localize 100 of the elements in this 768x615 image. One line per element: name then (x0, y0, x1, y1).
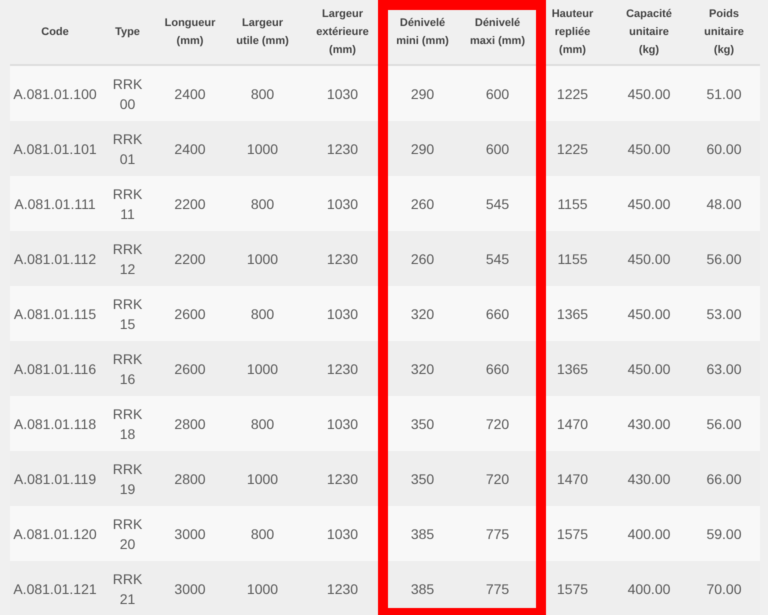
table-cell-text: 450.00 (626, 140, 672, 158)
column-header: Hauteur repliée (mm) (550, 7, 594, 58)
table-cell-text: RRK 20 (112, 514, 144, 554)
table-cell-text: RRK 11 (112, 184, 144, 224)
column-header: Dénivelé mini (mm) (395, 16, 450, 49)
table-cell-text: 800 (250, 84, 276, 104)
table-cell-text: 56.00 (705, 250, 743, 268)
table-cell-text: 800 (250, 304, 276, 324)
table-cell-text: 1000 (246, 250, 280, 268)
table-cell-text: 1000 (246, 470, 280, 488)
table-cell-text: 70.00 (705, 580, 743, 598)
table-cell-text: 775 (484, 524, 510, 544)
column-header: Dénivelé maxi (mm) (468, 16, 526, 49)
table-cell-text: 1030 (326, 524, 360, 544)
column-header: Poids unitaire (kg) (703, 7, 745, 58)
table-cell-text: 400.00 (626, 580, 672, 598)
table-cell-text: A.081.01.100 (12, 84, 98, 104)
table-cell-text: 1470 (556, 414, 590, 434)
table-cell-text: 2800 (173, 414, 207, 434)
table-cell-text: 350 (410, 470, 436, 488)
table-cell-text: RRK 01 (112, 130, 144, 168)
table-cell-text: 2800 (173, 470, 207, 488)
table-cell-text: 600 (484, 140, 510, 158)
table-cell-text: 3000 (173, 524, 207, 544)
table-cell-text: 320 (410, 304, 436, 324)
table-cell-text: 1230 (326, 360, 360, 378)
column-header: Largeur utile (mm) (235, 16, 290, 49)
table-cell-text: RRK 16 (112, 350, 144, 388)
table-cell-text: RRK 12 (112, 240, 144, 278)
table-cell-text: 1575 (556, 580, 590, 598)
table-cell-text: 1000 (246, 140, 280, 158)
table-cell-text: 385 (410, 580, 436, 598)
table-cell-text: 56.00 (705, 414, 743, 434)
table-cell-text: 1470 (556, 470, 590, 488)
table-cell-text: 2400 (173, 84, 207, 104)
table-cell-text: 290 (410, 140, 436, 158)
table-cell-text: 450.00 (626, 360, 672, 378)
table-cell-text: 800 (250, 414, 276, 434)
column-header: Largeur extérieure (mm) (315, 7, 370, 58)
table-cell-text: 450.00 (626, 84, 672, 104)
table-cell-text: 1230 (326, 140, 360, 158)
table-cell-text: A.081.01.119 (12, 470, 98, 488)
table-cell-text: 1000 (246, 360, 280, 378)
table-cell-text: 320 (410, 360, 436, 378)
table-cell-text: 720 (484, 470, 510, 488)
table-cell-text: 450.00 (626, 194, 672, 214)
table-cell-text: 53.00 (705, 304, 743, 324)
table-cell-text: 260 (410, 250, 436, 268)
table-cell-text: 800 (250, 194, 276, 214)
table-cell-text: 800 (250, 524, 276, 544)
table-cell-text: 600 (484, 84, 510, 104)
table-cell-text: 3000 (173, 580, 207, 598)
table-cell-text: 450.00 (626, 304, 672, 324)
table-cell-text: 545 (484, 250, 510, 268)
table-cell-text: A.081.01.111 (13, 194, 97, 214)
table-cell-text: 1230 (326, 250, 360, 268)
table-cell-text: RRK 19 (112, 460, 144, 498)
table-cell-text: 1000 (246, 580, 280, 598)
table-cell-text: 51.00 (705, 84, 743, 104)
table-cell-text: RRK 18 (112, 404, 144, 444)
table-cell-text: 1230 (326, 470, 360, 488)
table-cell-text: 1575 (556, 524, 590, 544)
table-cell-text: 260 (410, 194, 436, 214)
table-cell-text: RRK 00 (112, 74, 144, 114)
table-cell-text: RRK 21 (112, 570, 144, 608)
table-cell-text: 66.00 (705, 470, 743, 488)
table-cell-text: A.081.01.116 (12, 360, 98, 378)
table-cell-text: A.081.01.118 (12, 414, 98, 434)
table-cell-text: 60.00 (705, 140, 743, 158)
table-cell-text: 2600 (173, 360, 207, 378)
table-cell-text: 1030 (326, 194, 360, 214)
table-cell-text: 350 (410, 414, 436, 434)
table-cell-text: 450.00 (626, 250, 672, 268)
column-header: Longueur (mm) (164, 16, 216, 49)
table-cell-text: 1030 (326, 304, 360, 324)
column-header: Capacité unitaire (kg) (625, 7, 673, 58)
table-cell-text: 400.00 (626, 524, 672, 544)
table-cell-text: 1230 (326, 580, 360, 598)
table-cell-text: 660 (484, 360, 510, 378)
table-cell-text: 1365 (556, 304, 590, 324)
table-cell-text: RRK 15 (112, 294, 144, 334)
table-cell-text: 385 (410, 524, 436, 544)
table-cell-text: 1030 (326, 84, 360, 104)
table-cell-text: A.081.01.120 (12, 524, 98, 544)
table-cell-text: 660 (484, 304, 510, 324)
table-cell-text: 2200 (173, 250, 207, 268)
table-cell-text: A.081.01.101 (12, 140, 98, 158)
table-cell-text: 1365 (556, 360, 590, 378)
table-cell-text: 48.00 (705, 194, 743, 214)
table-cell-text: 775 (484, 580, 510, 598)
table-cell-text: 2600 (173, 304, 207, 324)
table-cell-text: A.081.01.121 (12, 580, 98, 598)
table-cell-text: A.081.01.112 (12, 250, 98, 268)
table-cell-text: 1030 (326, 414, 360, 434)
table-cell-text: 545 (484, 194, 510, 214)
table-cell-text: 290 (410, 84, 436, 104)
table-cell-text: 430.00 (626, 414, 672, 434)
table-cell-text: 1155 (556, 250, 589, 268)
column-header: Type (114, 25, 141, 40)
column-header: Code (40, 25, 70, 40)
